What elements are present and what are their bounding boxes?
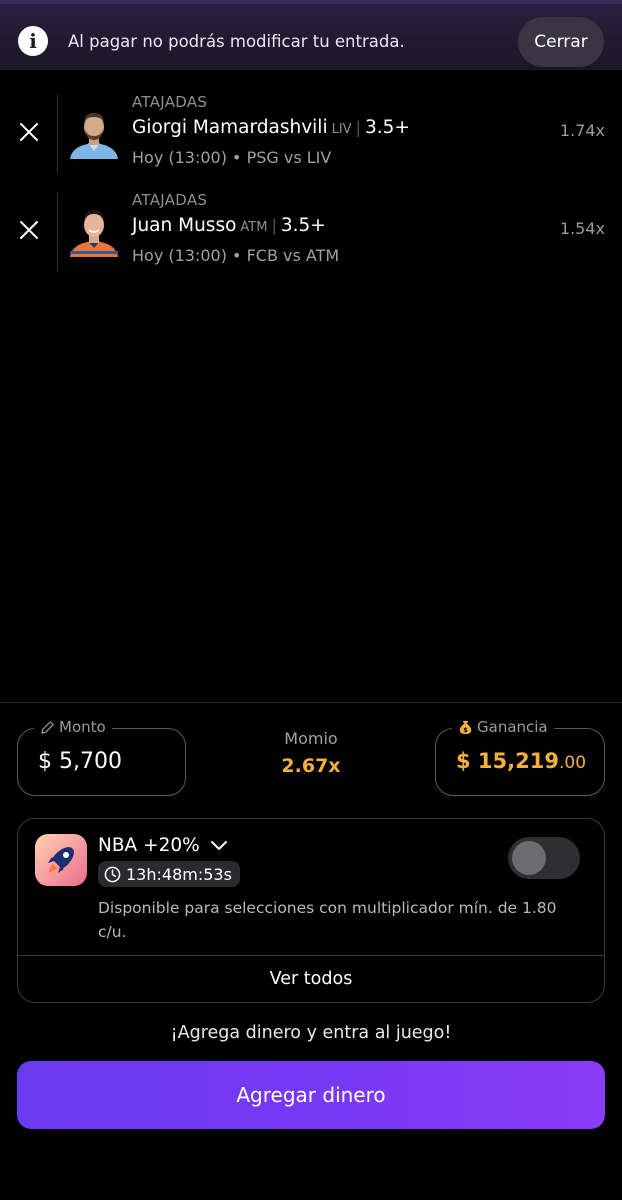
match-info: Hoy (13:00) • FCB vs ATM (132, 246, 340, 265)
close-icon[interactable] (17, 120, 41, 144)
stat-type: ATAJADAS (132, 93, 208, 111)
clock-icon (104, 866, 121, 882)
player-avatar (68, 107, 120, 159)
add-money-button[interactable]: Agregar dinero (17, 1061, 605, 1129)
match-info: Hoy (13:00) • PSG vs LIV (132, 148, 332, 167)
see-all-button[interactable]: Ver todos (18, 955, 604, 1002)
gain-label: Ganancia (477, 718, 548, 736)
notice-message: Al pagar no podrás modificar tu entrada. (68, 32, 405, 51)
promo-timer: 13h:48m:53s (98, 861, 240, 887)
close-notice-button[interactable]: Cerrar (518, 17, 604, 67)
gain-legend: $ Ganancia (452, 718, 554, 736)
promo-toggle[interactable] (508, 837, 580, 879)
player-name: Juan Musso (132, 215, 237, 236)
promo-card: NBA +20% 13h:48m:53s Disponible para sel… (17, 818, 605, 1003)
pick-item: ATAJADAS Juan Musso ATM | 3.5+ Hoy (13:00) … (0, 191, 622, 275)
player-avatar (68, 205, 120, 257)
svg-text:$: $ (463, 726, 468, 734)
pick-multiplier: 1.54x (559, 219, 605, 238)
pick-line: 3.5+ (280, 215, 326, 236)
chevron-down-icon (210, 840, 227, 850)
team-code: LIV (331, 122, 352, 137)
divider (57, 193, 58, 271)
pick-multiplier: 1.74x (559, 121, 605, 140)
info-icon: i (18, 26, 48, 56)
divider (57, 95, 58, 173)
separator: | (271, 216, 277, 235)
rocket-icon (35, 834, 87, 886)
close-icon[interactable] (17, 218, 41, 242)
promo-description: Disponible para selecciones con multipli… (98, 899, 557, 941)
toggle-knob (512, 841, 546, 875)
timer-value: 13h:48m:53s (126, 864, 232, 884)
pick-line: 3.5+ (364, 117, 410, 138)
gain-amount: $ 15,219 (456, 749, 559, 773)
money-bag-icon: $ (459, 720, 472, 734)
promo-title-dropdown[interactable]: NBA +20% (98, 835, 228, 856)
stat-type: ATAJADAS (132, 191, 208, 209)
entry-notice-banner: i Al pagar no podrás modificar tu entrad… (0, 0, 622, 70)
pick-item: ATAJADAS Giorgi Mamardashvili LIV | 3.5+ Ho… (0, 93, 622, 177)
team-code: ATM (240, 220, 268, 235)
cta-message: ¡Agrega dinero y entra al juego! (170, 1023, 452, 1043)
gain-value: $ 15,219.00 (456, 749, 586, 773)
gain-field: $ Ganancia $ 15,219.00 (435, 718, 605, 796)
separator: | (355, 118, 361, 137)
player-name: Giorgi Mamardashvili (132, 117, 328, 138)
divider (0, 702, 622, 703)
gain-cents: .00 (558, 753, 587, 773)
player-line: Juan Musso ATM | 3.5+ (132, 215, 326, 236)
player-line: Giorgi Mamardashvili LIV | 3.5+ (132, 117, 410, 138)
promo-title: NBA +20% (98, 835, 200, 856)
